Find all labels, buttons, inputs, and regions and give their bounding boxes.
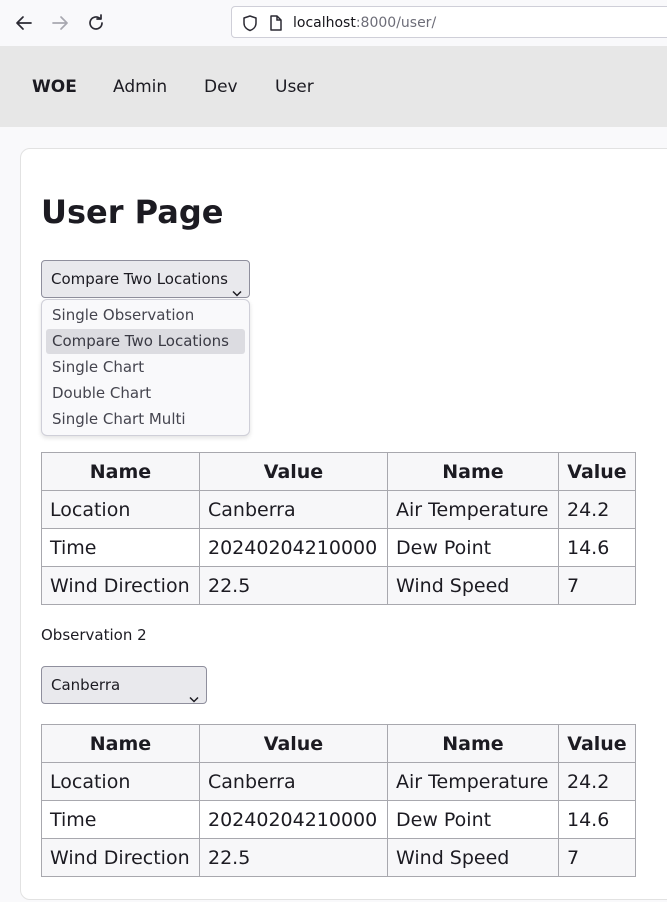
column-header: Value <box>199 452 388 491</box>
url-bar[interactable]: localhost:8000/user/ <box>231 6 667 38</box>
table-cell: 7 <box>558 838 636 877</box>
table-row: Time 20240204210000 Dew Point 14.6 <box>41 528 636 567</box>
table-cell: Wind Speed <box>387 566 559 605</box>
option-compare-two-locations[interactable]: Compare Two Locations <box>46 329 245 354</box>
page-title: User Page <box>41 193 224 231</box>
table-cell: Canberra <box>199 490 388 529</box>
table-cell: Location <box>41 490 200 529</box>
table-cell: Wind Direction <box>41 566 200 605</box>
observation-1-table: Name Value Name Value Location Canberra … <box>41 452 636 605</box>
view-mode-dropdown-list: Single Observation Compare Two Locations… <box>41 299 250 436</box>
column-header: Name <box>387 452 559 491</box>
column-header: Value <box>199 724 388 763</box>
column-header: Name <box>41 724 200 763</box>
column-header: Value <box>558 724 636 763</box>
table-cell: Dew Point <box>387 800 559 839</box>
option-single-chart[interactable]: Single Chart <box>46 355 245 380</box>
table-cell: Time <box>41 800 200 839</box>
column-header: Name <box>387 724 559 763</box>
location-select-value: Canberra <box>51 676 121 694</box>
table-cell: Location <box>41 762 200 801</box>
shield-icon[interactable] <box>241 14 259 36</box>
reload-icon[interactable] <box>85 12 107 34</box>
option-double-chart[interactable]: Double Chart <box>46 381 245 406</box>
table-cell: Air Temperature <box>387 490 559 529</box>
url-path: :8000/user/ <box>355 15 437 31</box>
forward-arrow-icon[interactable] <box>49 12 71 34</box>
chevron-down-icon <box>189 681 199 717</box>
view-mode-select-value: Compare Two Locations <box>51 270 228 288</box>
nav-brand[interactable]: WOE <box>32 76 77 98</box>
table-cell: Air Temperature <box>387 762 559 801</box>
column-header: Value <box>558 452 636 491</box>
nav-link-admin[interactable]: Admin <box>113 76 167 98</box>
table-cell: 24.2 <box>558 490 636 529</box>
table-row: Time 20240204210000 Dew Point 14.6 <box>41 800 636 839</box>
nav-link-user[interactable]: User <box>275 76 314 98</box>
table-row: Wind Direction 22.5 Wind Speed 7 <box>41 838 636 877</box>
table-cell: Time <box>41 528 200 567</box>
table-cell: Wind Speed <box>387 838 559 877</box>
observation-2-label: Observation 2 <box>41 626 147 644</box>
table-cell: Dew Point <box>387 528 559 567</box>
table-cell: 7 <box>558 566 636 605</box>
url-text[interactable]: localhost:8000/user/ <box>293 14 436 32</box>
table-cell: Canberra <box>199 762 388 801</box>
observation-2-table: Name Value Name Value Location Canberra … <box>41 724 636 877</box>
table-header-row: Name Value Name Value <box>41 724 636 763</box>
page-icon[interactable] <box>267 14 285 36</box>
table-row: Location Canberra Air Temperature 24.2 <box>41 762 636 801</box>
table-row: Location Canberra Air Temperature 24.2 <box>41 490 636 529</box>
nav-link-dev[interactable]: Dev <box>204 76 238 98</box>
location-select[interactable]: Canberra <box>41 666 207 704</box>
browser-toolbar: localhost:8000/user/ <box>0 0 667 47</box>
table-header-row: Name Value Name Value <box>41 452 636 491</box>
table-cell: Wind Direction <box>41 838 200 877</box>
url-host: localhost <box>293 15 356 31</box>
option-single-chart-multi[interactable]: Single Chart Multi <box>46 407 245 432</box>
table-cell: 24.2 <box>558 762 636 801</box>
table-row: Wind Direction 22.5 Wind Speed 7 <box>41 566 636 605</box>
table-cell: 14.6 <box>558 528 636 567</box>
table-cell: 22.5 <box>199 838 388 877</box>
table-cell: 22.5 <box>199 566 388 605</box>
view-mode-select[interactable]: Compare Two Locations <box>41 260 250 298</box>
table-cell: 20240204210000 <box>199 528 388 567</box>
table-cell: 20240204210000 <box>199 800 388 839</box>
site-navbar: WOE Admin Dev User <box>0 46 667 127</box>
column-header: Name <box>41 452 200 491</box>
table-cell: 14.6 <box>558 800 636 839</box>
option-single-observation[interactable]: Single Observation <box>46 303 245 328</box>
back-arrow-icon[interactable] <box>13 12 35 34</box>
